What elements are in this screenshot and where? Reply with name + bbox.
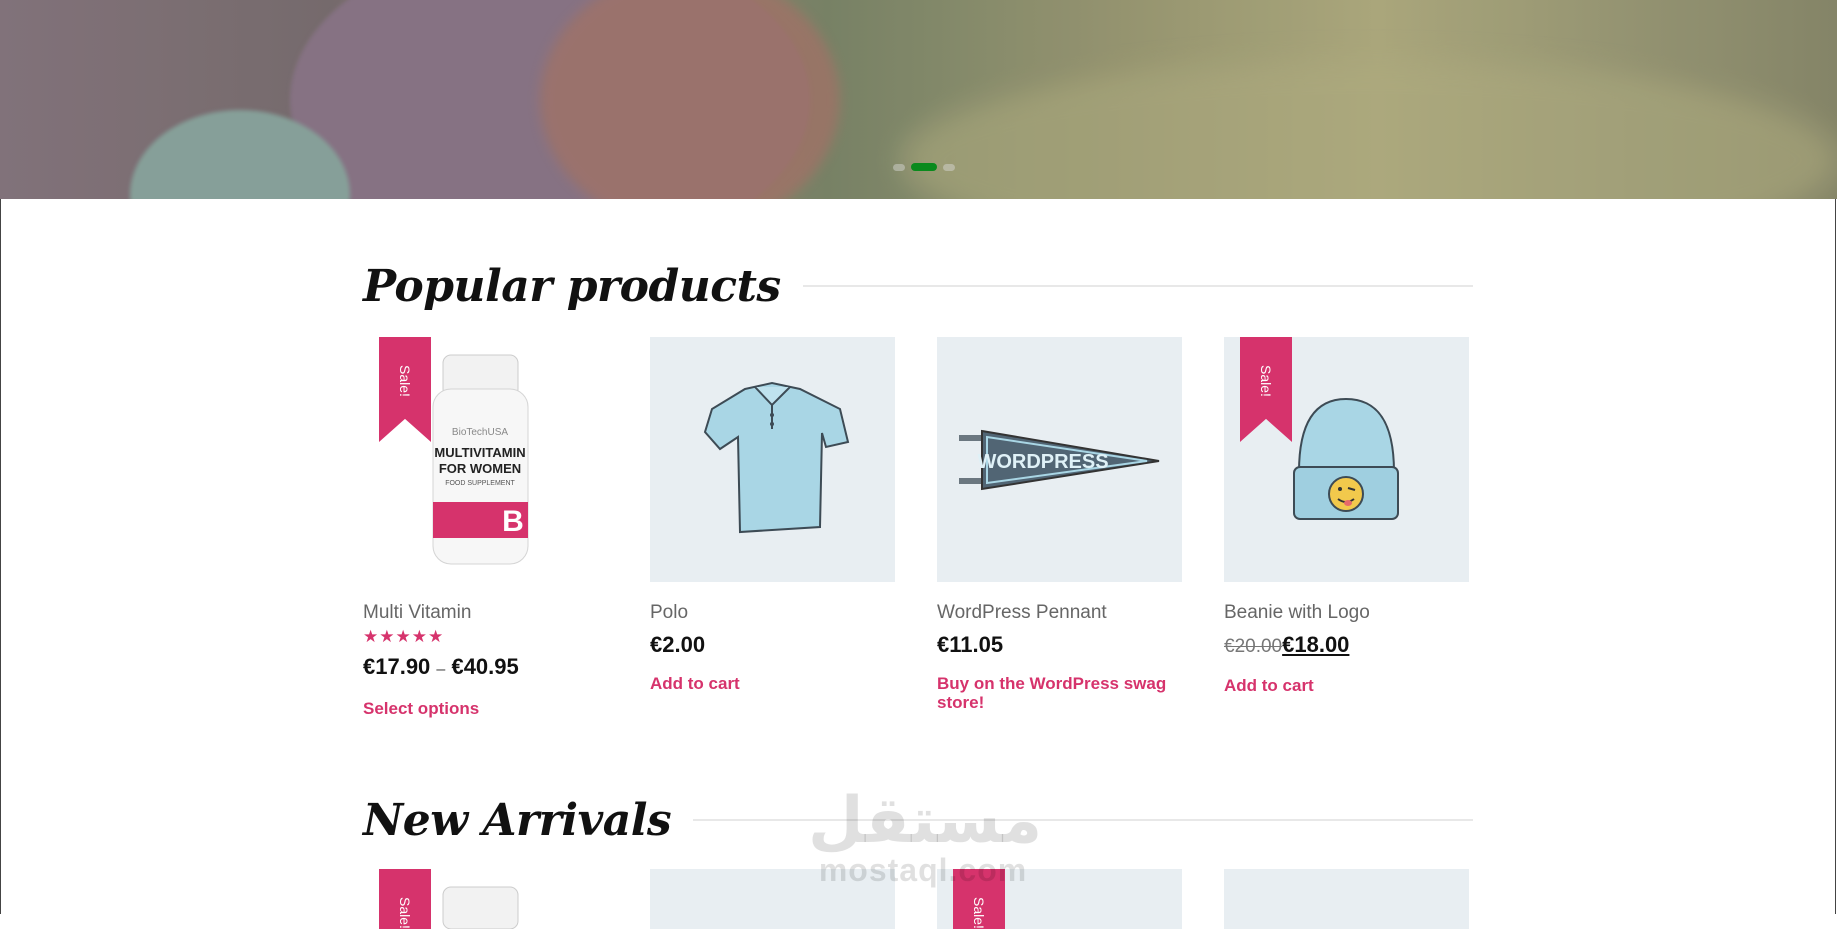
svg-text:MULTIVITAMIN: MULTIVITAMIN	[434, 445, 525, 460]
product-title[interactable]: Multi Vitamin	[363, 602, 608, 624]
product-image-link[interactable]: Sale!	[1224, 337, 1469, 582]
svg-text:FOR WOMEN: FOR WOMEN	[439, 461, 521, 476]
product-price: €20.00€18.00	[1224, 632, 1469, 660]
heading-divider	[693, 819, 1473, 821]
pennant-icon: WORDPRESS	[959, 429, 1160, 491]
section-title: New Arrivals	[363, 794, 672, 846]
svg-text:BioTechUSA: BioTechUSA	[452, 427, 508, 438]
product-card	[1224, 869, 1469, 929]
new-arrivals-section: New Arrivals Sale! Sale!	[363, 785, 1473, 929]
product-title[interactable]: Beanie with Logo	[1224, 602, 1469, 624]
slider-pagination	[893, 163, 955, 171]
product-image-link[interactable]: Sale! BioTechUSA MULTIVITAMIN FOR WOMEN …	[363, 337, 608, 582]
product-image-link[interactable]: Sale!	[937, 869, 1182, 929]
svg-text:B: B	[502, 505, 524, 538]
external-buy-button[interactable]: Buy on the WordPress swag store!	[937, 674, 1182, 712]
popular-products-heading: Popular products	[363, 251, 1473, 321]
polo-shirt-icon	[703, 381, 850, 534]
product-image-link[interactable]	[1224, 869, 1469, 929]
slider-dot-2[interactable]	[911, 163, 937, 171]
product-grid: Sale! Sale!	[363, 869, 1469, 929]
product-price: €11.05	[937, 632, 1004, 657]
select-options-button[interactable]: Select options	[363, 699, 608, 718]
product-image-link[interactable]: Sale!	[363, 869, 608, 929]
add-to-cart-button[interactable]: Add to cart	[650, 674, 895, 693]
product-image-link[interactable]	[650, 869, 895, 929]
sale-price: €18.00	[1282, 632, 1350, 657]
product-price: €17.90 – €40.95	[363, 654, 519, 679]
product-image-link[interactable]	[650, 337, 895, 582]
heading-divider	[802, 285, 1473, 287]
product-card-beanie-with-logo: Sale! Beanie with Logo €20.00€18.00 Add …	[1224, 337, 1469, 718]
slider-dot-1[interactable]	[893, 163, 905, 171]
product-card: Sale!	[937, 869, 1182, 929]
popular-products-section: Popular products Sale! BioTechUSA MULTIV…	[363, 251, 1473, 718]
product-image-link[interactable]: WORDPRESS	[937, 337, 1182, 582]
product-grid: Sale! BioTechUSA MULTIVITAMIN FOR WOMEN …	[363, 337, 1469, 718]
section-title: Popular products	[363, 260, 781, 312]
product-title[interactable]: WordPress Pennant	[937, 602, 1182, 624]
add-to-cart-button[interactable]: Add to cart	[1224, 676, 1469, 695]
product-card: Sale!	[363, 869, 608, 929]
svg-text:FOOD SUPPLEMENT: FOOD SUPPLEMENT	[445, 480, 515, 487]
product-title[interactable]: Polo	[650, 602, 895, 624]
product-card-multi-vitamin: Sale! BioTechUSA MULTIVITAMIN FOR WOMEN …	[363, 337, 608, 718]
star-rating: ★★★★★	[363, 627, 445, 646]
sale-badge: Sale!	[379, 869, 431, 929]
hero-slider[interactable]	[0, 0, 1837, 199]
regular-price: €20.00	[1224, 636, 1283, 657]
slider-dot-3[interactable]	[943, 163, 955, 171]
product-price: €2.00	[650, 632, 706, 657]
svg-text:WORDPRESS: WORDPRESS	[977, 451, 1108, 473]
new-arrivals-heading: New Arrivals	[363, 785, 1473, 855]
product-card-wordpress-pennant: WORDPRESS WordPress Pennant €11.05 Buy o…	[937, 337, 1182, 718]
product-card-polo: Polo €2.00 Add to cart	[650, 337, 895, 718]
sale-badge: Sale!	[953, 869, 1005, 929]
product-card	[650, 869, 895, 929]
